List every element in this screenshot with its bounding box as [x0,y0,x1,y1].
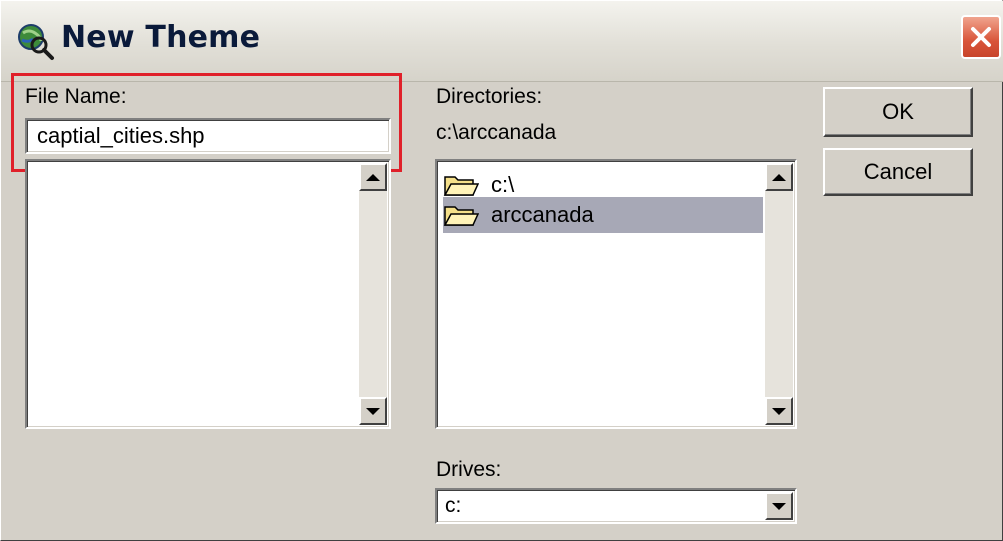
arrow-up-icon [366,173,380,181]
file-list-scroll-up-button[interactable] [359,163,387,191]
arrow-up-icon [772,173,786,181]
ok-button[interactable]: OK [823,87,973,137]
file-name-input[interactable] [25,118,391,154]
drives-label: Drives: [436,458,502,481]
directory-item-label: arccanada [491,202,594,227]
directory-item-label: c:\ [491,172,515,197]
drives-selected-value: c: [445,494,462,517]
drives-dropdown[interactable]: c: [435,488,797,524]
close-icon [971,27,991,47]
drives-dropdown-button[interactable] [765,492,793,520]
close-button[interactable] [961,15,1001,59]
globe-magnifier-icon [18,24,54,60]
current-directory-path: c:\arccanada [436,121,557,144]
open-folder-icon [443,176,479,196]
file-list-scrollbar[interactable] [359,163,387,425]
arrow-down-icon [772,407,786,415]
directory-item-arccanada[interactable]: arccanada [443,197,763,233]
directory-list[interactable]: c:\ arccanada [435,159,797,429]
directories-label: Directories: [436,85,543,108]
open-folder-icon [443,206,479,226]
file-list[interactable] [25,159,391,429]
directory-list-scrollbar[interactable] [765,163,793,425]
title-bar[interactable]: New Theme [1,1,1003,82]
dialog-title: New Theme [61,20,261,55]
arrow-down-icon [366,407,380,415]
file-list-scroll-down-button[interactable] [359,397,387,425]
chevron-down-icon [772,502,786,510]
file-name-label: File Name: [25,85,127,108]
directory-list-scroll-down-button[interactable] [765,397,793,425]
cancel-button[interactable]: Cancel [823,148,973,196]
directory-list-scroll-up-button[interactable] [765,163,793,191]
new-theme-dialog: New Theme File Name: Directories: c:\arc… [0,0,1003,541]
